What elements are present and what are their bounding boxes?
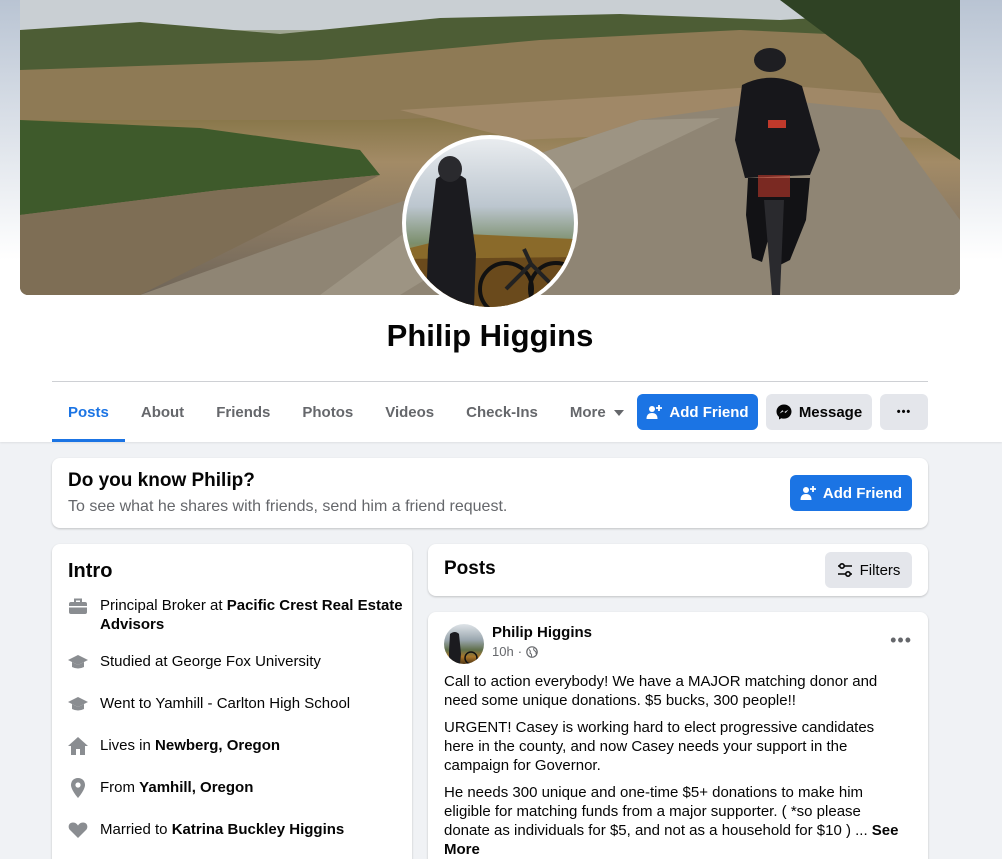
tab-about[interactable]: About (125, 382, 200, 442)
card-add-friend-label: Add Friend (822, 484, 903, 502)
graduation-cap-icon (68, 694, 88, 714)
tab-more-label: More (569, 403, 606, 421)
tab-check-ins[interactable]: Check-Ins (450, 382, 554, 442)
post-author-avatar[interactable] (444, 624, 484, 664)
posts-title: Posts (444, 558, 496, 579)
intro-from: From Yamhill, Oregon (68, 778, 408, 798)
add-friend-button[interactable]: Add Friend (637, 394, 758, 430)
intro-title: Intro (68, 560, 113, 582)
post-author-name[interactable]: Philip Higgins (492, 624, 592, 641)
profile-tabs: Posts About Friends Photos Videos Check-… (52, 382, 640, 442)
messenger-icon (776, 404, 792, 420)
more-dots-icon: ••• (896, 406, 912, 418)
intro-lives-link[interactable]: Newberg, Oregon (155, 737, 280, 754)
post-paragraph-1: Call to action everybody! We have a MAJO… (444, 673, 878, 709)
message-button[interactable]: Message (766, 394, 872, 430)
location-pin-icon (68, 778, 88, 798)
profile-picture-illustration (406, 156, 574, 307)
intro-work-prefix: Principal Broker at (100, 597, 227, 614)
profile-name: Philip Higgins (386, 318, 594, 353)
friend-request-card: Do you know Philip? To see what he share… (52, 458, 928, 528)
tab-check-ins-label: Check-Ins (466, 403, 538, 421)
friend-request-title: Do you know Philip? (68, 470, 255, 491)
intro-card: Intro Principal Broker at Pacific Crest … (52, 544, 412, 859)
tab-posts-label: Posts (68, 403, 109, 421)
home-icon (68, 736, 88, 756)
tab-videos-label: Videos (385, 403, 435, 421)
intro-studied: Studied at George Fox University (68, 652, 408, 672)
tab-photos[interactable]: Photos (286, 382, 369, 442)
heart-icon (68, 820, 88, 840)
intro-from-prefix: From (100, 779, 140, 796)
globe-icon (526, 645, 538, 658)
filters-icon (837, 562, 853, 578)
posts-header-card: Posts Filters (428, 544, 928, 596)
add-friend-icon (646, 404, 663, 420)
post-paragraph-2: URGENT! Casey is working hard to elect p… (444, 719, 875, 774)
tab-videos[interactable]: Videos (369, 382, 450, 442)
post-card: Philip Higgins 10h · ••• Call to action … (428, 612, 928, 859)
intro-studied-text: Studied at George Fox University (100, 653, 321, 670)
intro-work: Principal Broker at Pacific Crest Real E… (68, 596, 408, 634)
filters-button[interactable]: Filters (825, 552, 912, 588)
message-label: Message (798, 403, 863, 421)
add-friend-icon (800, 485, 816, 501)
caret-down-icon (613, 410, 624, 416)
post-paragraph-3: He needs 300 unique and one-time $5+ don… (444, 783, 899, 859)
intro-married-link[interactable]: Katrina Buckley Higgins (172, 821, 345, 838)
post-paragraph-3-text: He needs 300 unique and one-time $5+ don… (444, 784, 872, 839)
profile-header: Philip Higgins Posts About Friends Photo… (0, 0, 1002, 442)
tab-posts[interactable]: Posts (52, 382, 125, 442)
intro-from-link[interactable]: Yamhill, Oregon (139, 779, 253, 796)
intro-married-prefix: Married to (100, 821, 172, 838)
tab-friends[interactable]: Friends (200, 382, 286, 442)
post-meta-dot: · (517, 644, 523, 659)
post-author-avatar-illustration (449, 632, 478, 664)
intro-went-text: Went to Yamhill - Carlton High School (100, 695, 351, 712)
add-friend-label: Add Friend (669, 403, 749, 421)
post-menu-button[interactable]: ••• (890, 630, 912, 651)
briefcase-icon (68, 596, 88, 616)
tab-photos-label: Photos (302, 403, 354, 421)
graduation-cap-icon (68, 652, 88, 672)
tab-about-label: About (140, 403, 185, 421)
tab-more[interactable]: More (554, 382, 640, 442)
filters-label: Filters (859, 561, 901, 579)
post-timestamp[interactable]: 10h (492, 644, 514, 659)
friend-request-subtitle: To see what he shares with friends, send… (68, 498, 508, 515)
intro-lives: Lives in Newberg, Oregon (68, 736, 408, 756)
more-options-button[interactable]: ••• (880, 394, 928, 430)
intro-married: Married to Katrina Buckley Higgins (68, 820, 408, 840)
intro-lives-prefix: Lives in (100, 737, 156, 754)
post-meta: 10h · (492, 644, 538, 659)
intro-went: Went to Yamhill - Carlton High School (68, 694, 408, 714)
profile-picture[interactable] (402, 135, 578, 311)
card-add-friend-button[interactable]: Add Friend (790, 475, 912, 511)
post-body: Call to action everybody! We have a MAJO… (444, 672, 899, 859)
tab-friends-label: Friends (216, 403, 271, 421)
